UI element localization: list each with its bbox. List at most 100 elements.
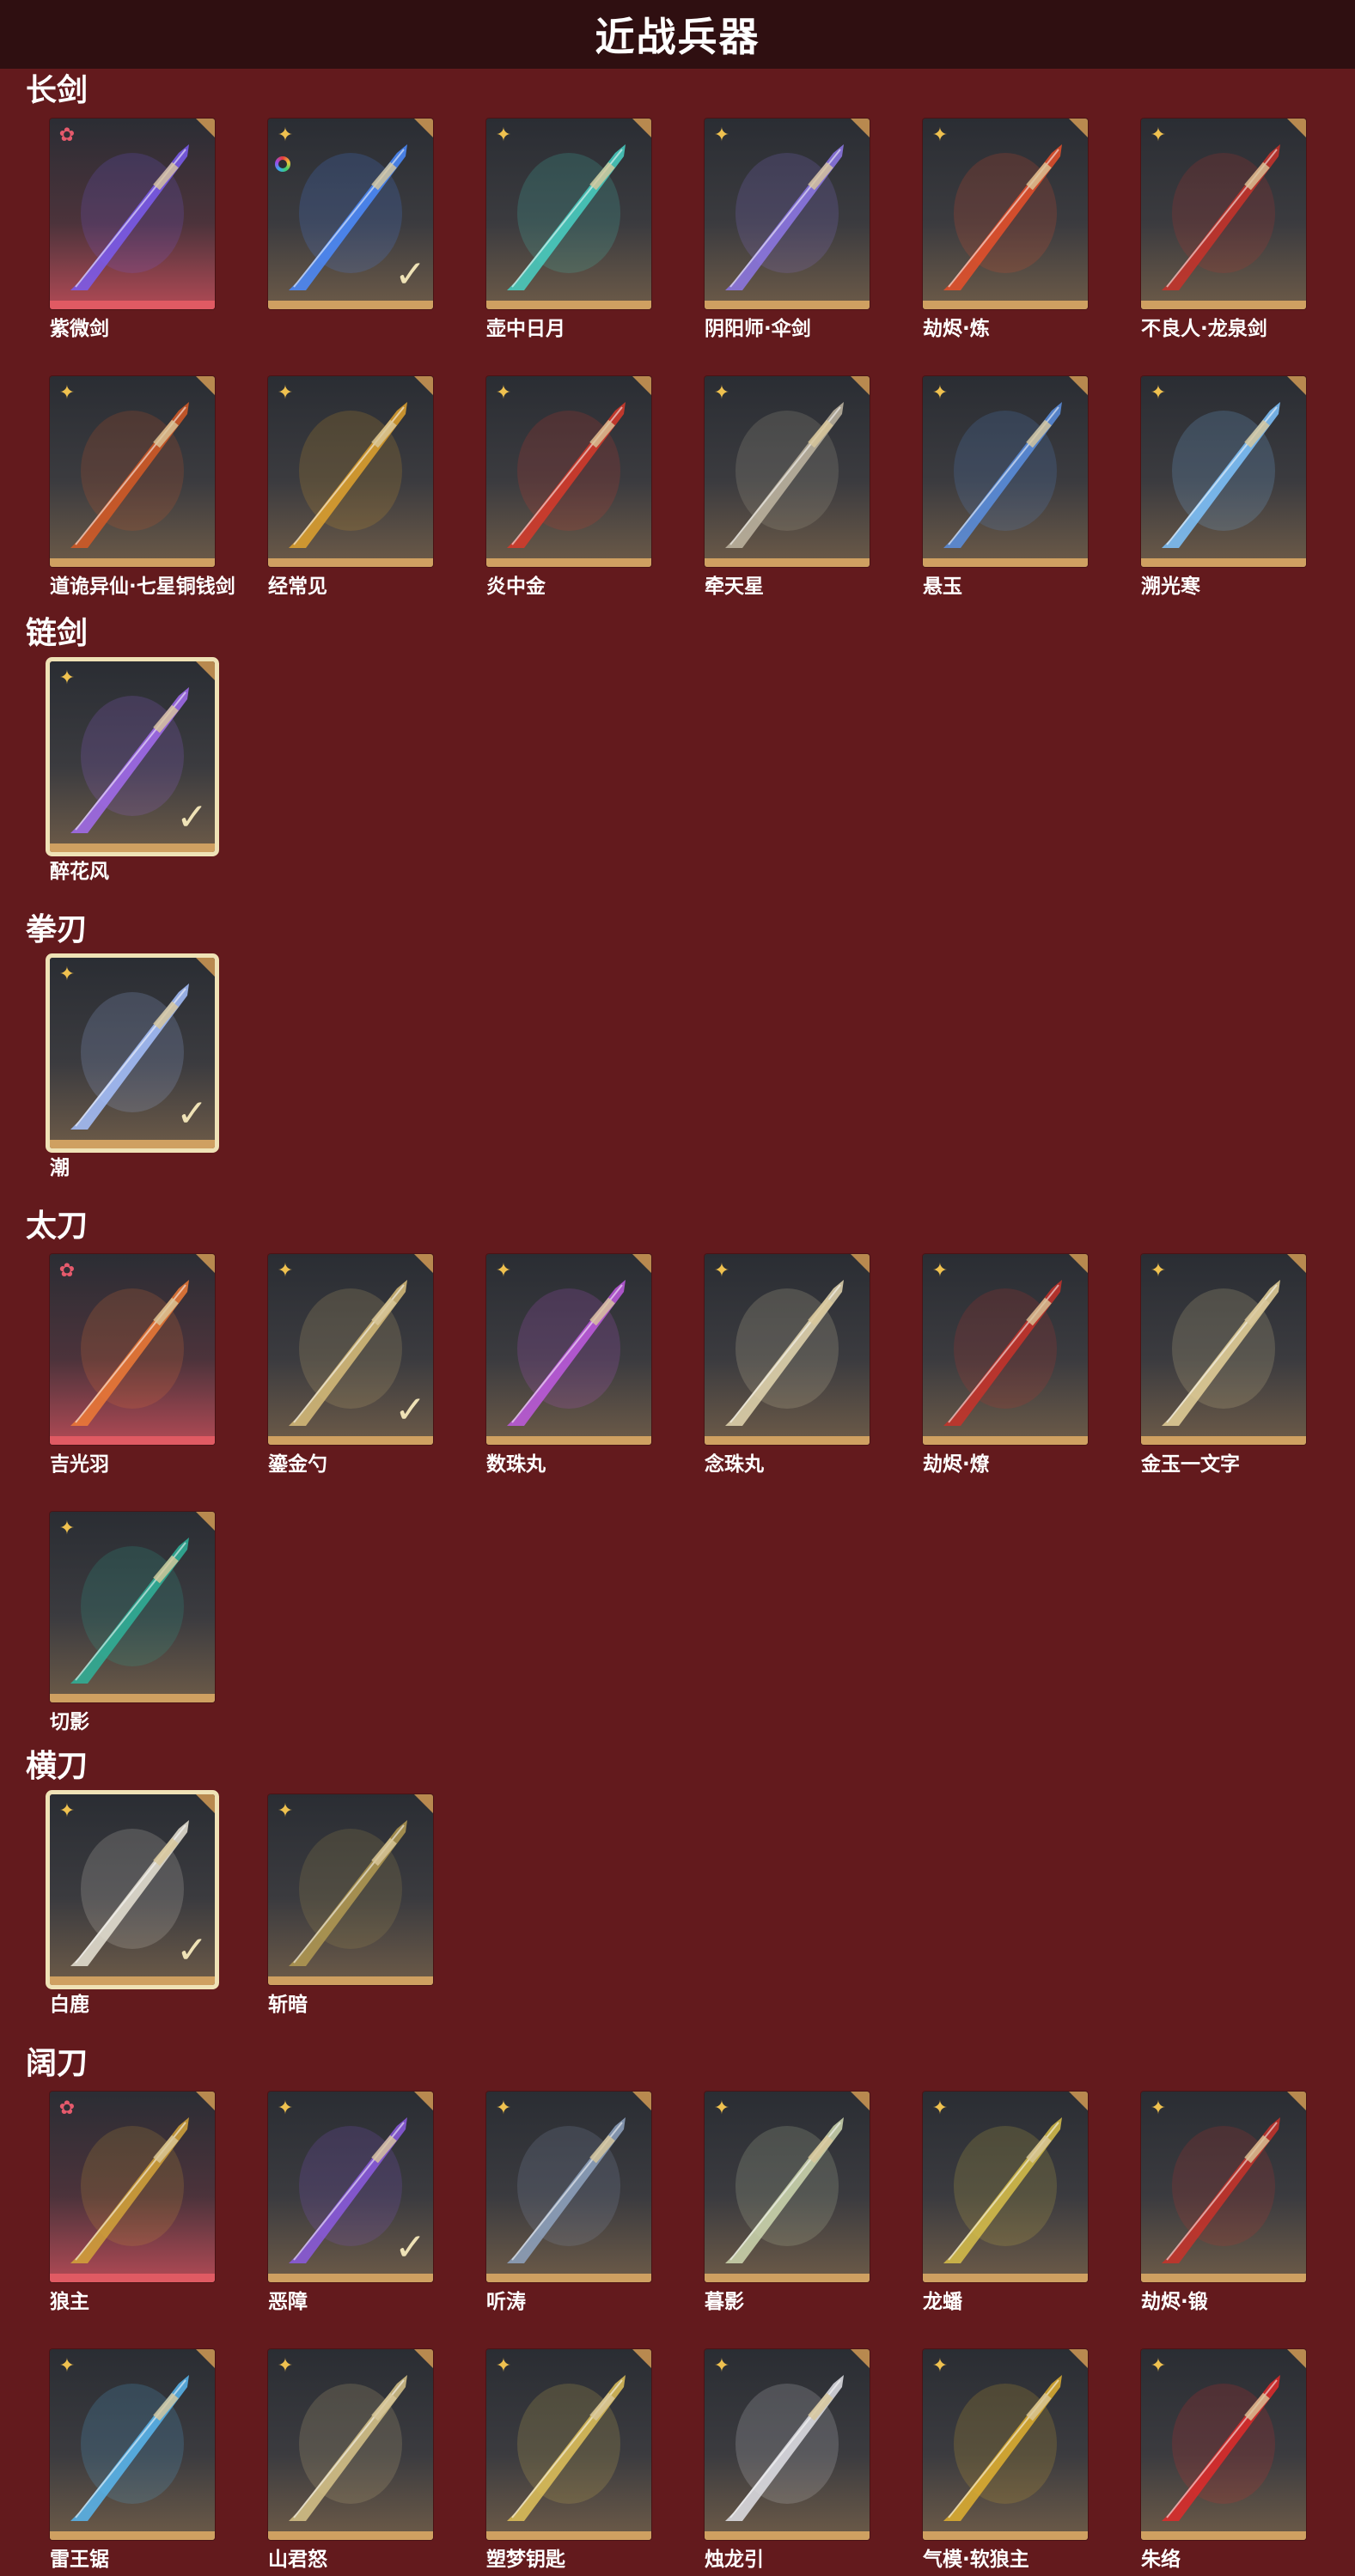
section-title: 链剑 <box>26 616 89 651</box>
weapon-image <box>943 1280 1062 1426</box>
weapon-card: ✦ <box>705 1254 870 1445</box>
weapon-tile[interactable]: ✦ 道诡异仙·七星铜钱剑 <box>50 376 235 598</box>
weapon-card: ✦ <box>268 1794 433 1985</box>
weapon-tile[interactable]: ✦ 牵天星 <box>705 376 870 598</box>
weapon-card: ✦ <box>486 2349 651 2540</box>
checkmark-icon: ✓ <box>176 795 208 839</box>
weapon-name: 雷王锯 <box>50 2549 109 2571</box>
sparkle-rank-icon: ✦ <box>713 2098 730 2119</box>
sparkle-rank-icon: ✦ <box>58 667 76 689</box>
weapon-name: 劫烬·锻 <box>1141 2291 1208 2313</box>
weapon-tile[interactable]: ✦ ✓ 鎏金勺 <box>268 1254 433 1476</box>
weapon-tile[interactable]: ✦ 金玉一文字 <box>1141 1254 1306 1476</box>
sparkle-rank-icon: ✦ <box>1150 125 1167 146</box>
rarity-bar <box>50 1976 215 1985</box>
corner-tag-icon <box>1069 1254 1088 1273</box>
weapon-tile[interactable]: ✿ 紫微剑 <box>50 119 215 340</box>
sparkle-rank-icon: ✦ <box>495 2098 512 2119</box>
weapon-tile[interactable]: ✿ 吉光羽 <box>50 1254 215 1476</box>
weapon-tile[interactable]: ✦ 听涛 <box>486 2092 651 2313</box>
weapon-tile[interactable]: ✦ 炎中金 <box>486 376 651 598</box>
weapon-name: 壶中日月 <box>486 318 565 340</box>
weapon-image <box>70 2117 189 2263</box>
corner-tag-icon <box>196 1794 215 1813</box>
corner-tag-icon <box>851 2349 870 2368</box>
weapon-name: 炎中金 <box>486 575 546 598</box>
weapon-image <box>943 402 1062 548</box>
weapon-tile[interactable]: ✦ 山君怒 <box>268 2349 433 2571</box>
corner-tag-icon <box>632 376 651 395</box>
weapon-tile[interactable]: ✦ 龙蟠 <box>923 2092 1088 2313</box>
rarity-bar <box>923 301 1088 309</box>
weapon-tile[interactable]: ✦ ✓ <box>268 119 433 316</box>
corner-tag-icon <box>632 119 651 137</box>
weapon-card: ✦ <box>923 376 1088 567</box>
weapon-tile[interactable]: ✦ 劫烬·锻 <box>1141 2092 1306 2313</box>
sparkle-rank-icon: ✦ <box>1150 382 1167 404</box>
weapon-image <box>507 2117 626 2263</box>
sparkle-rank-icon: ✦ <box>277 2098 294 2119</box>
weapon-tile[interactable]: ✦ 切影 <box>50 1512 215 1733</box>
weapon-tile[interactable]: ✦ 劫烬·燎 <box>923 1254 1088 1476</box>
corner-tag-icon <box>1287 2349 1306 2368</box>
weapon-tile[interactable]: ✦ 溯光寒 <box>1141 376 1306 598</box>
weapon-tile[interactable]: ✦ 雷王锯 <box>50 2349 215 2571</box>
weapon-tile[interactable]: ✦ 念珠丸 <box>705 1254 870 1476</box>
weapon-card: ✦ <box>705 2092 870 2282</box>
weapon-name: 朱络 <box>1141 2549 1181 2571</box>
corner-tag-icon <box>196 2349 215 2368</box>
weapon-tile[interactable]: ✦ 数珠丸 <box>486 1254 651 1476</box>
weapon-tile[interactable]: ✦ 气模·软狼主 <box>923 2349 1088 2571</box>
weapon-tile[interactable]: ✦ 经常见 <box>268 376 433 598</box>
weapon-tile[interactable]: ✦ 塑梦钥匙 <box>486 2349 651 2571</box>
sparkle-rank-icon: ✦ <box>495 2355 512 2377</box>
corner-tag-icon <box>196 1512 215 1531</box>
weapon-tile[interactable]: ✦ 壶中日月 <box>486 119 651 340</box>
weapon-tile[interactable]: ✦ ✓ 潮 <box>50 958 215 1179</box>
weapon-tile[interactable]: ✦ ✓ 白鹿 <box>50 1794 215 2016</box>
section-title: 长剑 <box>26 73 89 108</box>
weapon-name: 金玉一文字 <box>1141 1453 1240 1476</box>
sparkle-rank-icon: ✦ <box>58 2355 76 2377</box>
weapon-tile[interactable]: ✿ 狼主 <box>50 2092 215 2313</box>
weapon-image <box>943 144 1062 290</box>
weapon-card: ✦ <box>1141 1254 1306 1445</box>
weapon-card: ✦ <box>923 119 1088 309</box>
weapon-tile[interactable]: ✦ 烛龙引 <box>705 2349 870 2571</box>
corner-tag-icon <box>632 2349 651 2368</box>
weapon-tile[interactable]: ✦ 暮影 <box>705 2092 870 2313</box>
corner-tag-icon <box>196 119 215 137</box>
rarity-bar <box>50 2531 215 2540</box>
weapon-card: ✦ <box>705 2349 870 2540</box>
weapon-name: 阴阳师·伞剑 <box>705 318 811 340</box>
weapon-tile[interactable]: ✦ 不良人·龙泉剑 <box>1141 119 1306 340</box>
rarity-bar <box>486 2531 651 2540</box>
rarity-bar <box>1141 2531 1306 2540</box>
weapon-tile[interactable]: ✦ ✓ 恶障 <box>268 2092 433 2313</box>
rarity-bar <box>1141 1436 1306 1445</box>
weapon-name: 不良人·龙泉剑 <box>1141 318 1267 340</box>
weapon-tile[interactable]: ✦ ✓ 醉花风 <box>50 661 215 883</box>
weapon-image <box>289 402 407 548</box>
rarity-bar <box>268 2274 433 2282</box>
weapon-name: 溯光寒 <box>1141 575 1200 598</box>
weapon-tile[interactable]: ✦ 劫烬·炼 <box>923 119 1088 340</box>
weapon-tile[interactable]: ✦ 悬玉 <box>923 376 1088 598</box>
weapon-image <box>1162 2117 1280 2263</box>
weapon-card: ✦ <box>486 376 651 567</box>
corner-tag-icon <box>1069 376 1088 395</box>
sparkle-rank-icon: ✦ <box>713 125 730 146</box>
weapon-image <box>943 2117 1062 2263</box>
rarity-bar <box>923 2531 1088 2540</box>
weapon-tile[interactable]: ✦ 朱络 <box>1141 2349 1306 2571</box>
weapon-name: 暮影 <box>705 2291 744 2313</box>
rarity-bar <box>486 301 651 309</box>
weapon-image <box>725 144 844 290</box>
weapon-name: 龙蟠 <box>923 2291 962 2313</box>
sparkle-rank-icon: ✦ <box>277 125 294 146</box>
weapon-image <box>943 2375 1062 2521</box>
weapon-tile[interactable]: ✦ 阴阳师·伞剑 <box>705 119 870 340</box>
weapon-tile[interactable]: ✦ 斩暗 <box>268 1794 433 2016</box>
corner-tag-icon <box>414 119 433 137</box>
corner-tag-icon <box>1287 2092 1306 2110</box>
